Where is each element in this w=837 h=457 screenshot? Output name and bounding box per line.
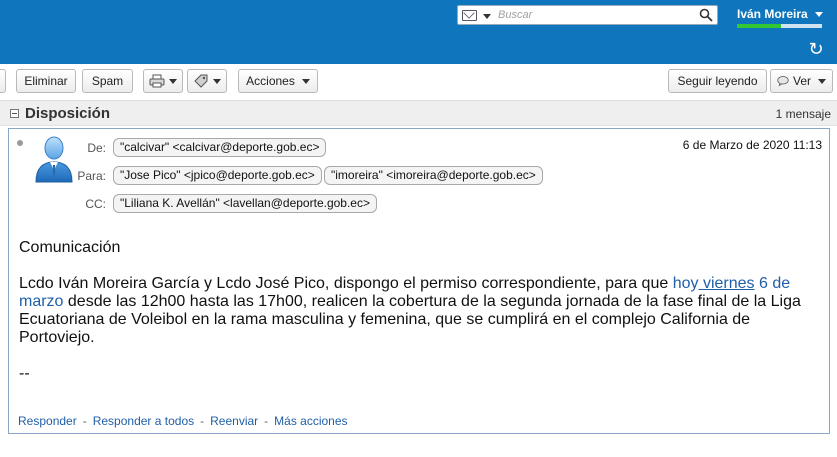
quota-bar — [737, 24, 822, 28]
read-status-dot[interactable] — [17, 140, 23, 146]
from-address-chip[interactable]: "calcivar" <calcivar@deporte.gob.ec> — [113, 138, 327, 157]
continue-reading-label: Seguir leyendo — [677, 74, 758, 88]
separator: - — [264, 414, 269, 428]
view-button-label: Ver — [792, 74, 811, 88]
quota-fill — [737, 24, 782, 28]
search-scope-dropdown-icon[interactable] — [483, 14, 491, 19]
paragraph-text-end: desde las 12h00 hasta las 17h00, realice… — [19, 293, 801, 346]
delete-button[interactable]: Eliminar — [16, 69, 76, 93]
to-label: Para: — [77, 169, 106, 183]
message-date: 6 de Marzo de 2020 11:13 — [682, 138, 822, 152]
chevron-down-icon — [301, 78, 310, 84]
message-body: Comunicación Lcdo Iván Moreira García y … — [19, 239, 824, 383]
message-count: 1 mensaje — [775, 107, 831, 121]
message-paragraph: Lcdo Iván Moreira García y Lcdo José Pic… — [19, 275, 824, 347]
toolbar: Eliminar Spam Acciones Seguir leyendo Ve… — [0, 64, 837, 100]
chevron-down-icon — [818, 78, 826, 84]
paragraph-text-start: Lcdo Iván Moreira García y Lcdo José Pic… — [19, 275, 673, 292]
actions-button-label: Acciones — [246, 74, 295, 88]
collapse-icon[interactable] — [10, 109, 19, 118]
refresh-icon[interactable]: ↻ — [806, 40, 826, 60]
top-bar: Iván Moreira ↻ — [0, 0, 837, 64]
reply-all-link[interactable]: Responder a todos — [93, 414, 194, 428]
forward-link[interactable]: Reenviar — [210, 414, 258, 428]
spam-button[interactable]: Spam — [82, 69, 133, 93]
cc-address-chip[interactable]: "Liliana K. Avellán" <lavellan@deporte.g… — [113, 194, 377, 213]
cc-label: CC: — [85, 197, 106, 211]
search-icon[interactable] — [699, 8, 713, 22]
chevron-down-icon — [169, 78, 177, 84]
to-address-chip[interactable]: "imoreira" <imoreira@deporte.gob.ec> — [324, 166, 543, 185]
print-icon — [149, 74, 165, 88]
actions-button[interactable]: Acciones — [238, 69, 318, 93]
print-button[interactable] — [143, 69, 183, 93]
chevron-down-icon — [213, 78, 221, 84]
separator: - — [82, 414, 87, 428]
separator: - — [200, 414, 205, 428]
search-box[interactable] — [457, 5, 718, 25]
date-link-hoy[interactable]: hoy — [673, 275, 699, 292]
more-actions-link[interactable]: Más acciones — [274, 414, 347, 428]
speech-bubble-icon — [777, 76, 789, 87]
user-menu-chevron-down-icon[interactable] — [815, 12, 823, 17]
continue-reading-button[interactable]: Seguir leyendo — [668, 69, 767, 93]
message-actions: Responder - Responder a todos - Reenviar - Más… — [18, 414, 348, 428]
date-link-viernes[interactable]: viernes — [699, 275, 755, 292]
tag-button[interactable] — [187, 69, 227, 93]
view-button[interactable]: Ver — [770, 69, 833, 93]
conversation-title: Disposición — [25, 105, 111, 122]
message-panel: De: "calcivar" <calcivar@deporte.gob.ec>… — [8, 128, 830, 434]
tag-icon — [194, 74, 208, 88]
user-name[interactable]: Iván Moreira — [737, 7, 808, 21]
previous-button[interactable] — [0, 69, 6, 93]
delete-button-label: Eliminar — [24, 74, 68, 88]
conversation-header: Disposición 1 mensaje — [0, 100, 837, 126]
mail-icon[interactable] — [462, 10, 477, 21]
message-signature: -- — [19, 365, 30, 382]
from-label: De: — [87, 141, 106, 155]
spam-button-label: Spam — [91, 74, 124, 88]
reply-link[interactable]: Responder — [18, 414, 77, 428]
search-input[interactable] — [498, 7, 688, 23]
message-greeting: Comunicación — [19, 239, 121, 256]
to-address-chip[interactable]: "Jose Pico" <jpico@deporte.gob.ec> — [113, 166, 322, 185]
